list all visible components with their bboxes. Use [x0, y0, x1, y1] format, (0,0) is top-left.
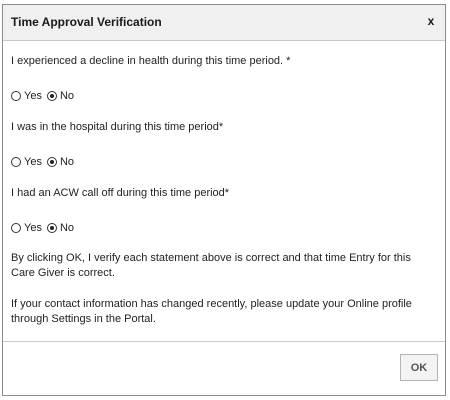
radio-button-unselected[interactable] — [11, 157, 21, 167]
radio-group-acw-call-off: Yes No — [11, 221, 79, 235]
dialog-title: Time Approval Verification — [11, 15, 162, 29]
ok-button[interactable]: OK — [400, 354, 438, 381]
radio-label-yes: Yes — [24, 222, 42, 234]
radio-button-unselected[interactable] — [11, 223, 21, 233]
question-hospital: I was in the hospital during this time p… — [11, 121, 224, 133]
verification-statement: By clicking OK, I verify each statement … — [11, 252, 411, 279]
contact-info-notice: If your contact information has changed … — [11, 298, 412, 325]
radio-label-no: No — [59, 156, 75, 168]
radio-no-acw-call-off[interactable]: No — [46, 222, 75, 234]
radio-yes-hospital[interactable]: Yes — [11, 156, 42, 168]
radio-group-health-decline: Yes No — [11, 89, 79, 103]
close-icon[interactable]: x — [423, 13, 439, 29]
radio-label-yes: Yes — [24, 90, 42, 102]
radio-label-no: No — [59, 222, 75, 234]
dialog-footer: OK — [3, 341, 445, 397]
radio-yes-acw-call-off[interactable]: Yes — [11, 222, 42, 234]
question-acw-call-off: I had an ACW call off during this time p… — [11, 187, 230, 199]
radio-group-hospital: Yes No — [11, 155, 79, 169]
radio-button-unselected[interactable] — [11, 91, 21, 101]
radio-yes-health-decline[interactable]: Yes — [11, 90, 42, 102]
radio-button-selected[interactable] — [46, 91, 57, 101]
radio-button-selected[interactable] — [46, 157, 57, 167]
radio-no-hospital[interactable]: No — [46, 156, 75, 168]
time-approval-dialog: Time Approval Verification x I experienc… — [2, 4, 446, 396]
question-health-decline: I experienced a decline in health during… — [11, 55, 291, 67]
radio-label-no: No — [59, 90, 75, 102]
radio-label-yes: Yes — [24, 156, 42, 168]
radio-no-health-decline[interactable]: No — [46, 90, 75, 102]
radio-button-selected[interactable] — [46, 223, 57, 233]
dialog-titlebar: Time Approval Verification x — [3, 5, 445, 41]
